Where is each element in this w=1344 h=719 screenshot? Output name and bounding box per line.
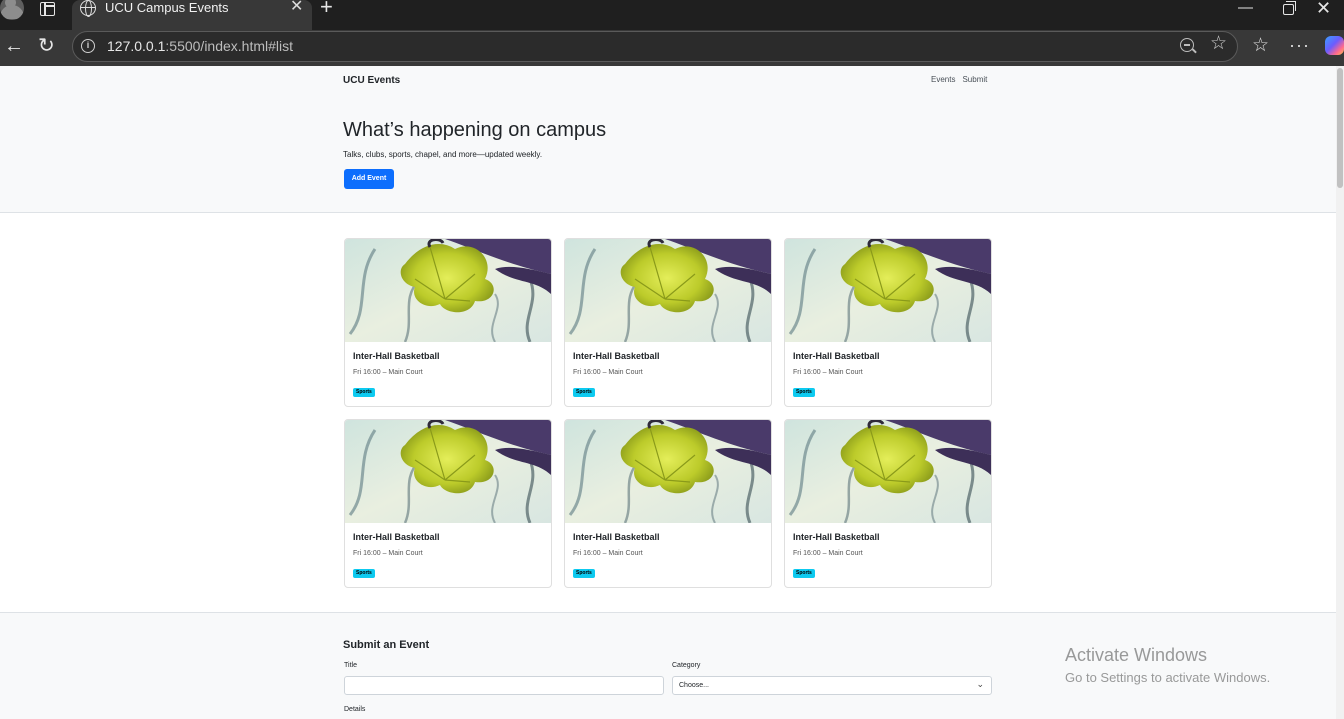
event-title: Inter-Hall Basketball — [353, 532, 440, 542]
category-select[interactable]: Choose... ⌄ — [672, 676, 992, 695]
event-image — [345, 420, 551, 523]
category-badge: Sports — [573, 569, 595, 578]
category-label: Category — [672, 662, 701, 669]
event-meta: Fri 16:00 – Main Court — [353, 369, 423, 376]
event-image — [345, 239, 551, 342]
category-badge: Sports — [573, 388, 595, 397]
scrollbar-thumb[interactable] — [1337, 68, 1343, 188]
event-meta: Fri 16:00 – Main Court — [353, 550, 423, 557]
page-title: What’s happening on campus — [343, 119, 607, 141]
new-tab-icon[interactable]: + — [320, 0, 333, 18]
activation-watermark: Activate Windows Go to Settings to activ… — [1065, 644, 1270, 687]
zoom-out-icon[interactable] — [1180, 38, 1194, 52]
reload-icon[interactable]: ↻ — [38, 36, 55, 56]
scrollbar[interactable] — [1336, 66, 1344, 719]
page-viewport: UCU Events Events Submit What’s happening… — [0, 66, 1336, 719]
event-meta: Fri 16:00 – Main Court — [573, 369, 643, 376]
hero-section: UCU Events Events Submit What’s happening… — [0, 66, 1336, 213]
event-meta: Fri 16:00 – Main Court — [793, 369, 863, 376]
event-card[interactable]: Inter-Hall Basketball Fri 16:00 – Main C… — [344, 238, 552, 407]
event-title: Inter-Hall Basketball — [793, 351, 880, 361]
tabs-icon[interactable] — [40, 2, 55, 16]
browser-toolbar: ← ↻ i 127.0.0.1:5500/index.html#list ☆ ☆… — [0, 30, 1344, 66]
watermark-title: Activate Windows — [1065, 645, 1208, 665]
back-icon[interactable]: ← — [4, 36, 24, 56]
event-image — [785, 420, 991, 523]
category-badge: Sports — [353, 388, 375, 397]
globe-icon — [80, 0, 96, 17]
nav-links: Events Submit — [931, 75, 994, 84]
minimize-icon[interactable]: — — [1238, 0, 1253, 18]
profile-icon[interactable] — [0, 0, 24, 20]
event-card[interactable]: Inter-Hall Basketball Fri 16:00 – Main C… — [784, 419, 992, 588]
tab-strip: UCU Campus Events ✕ + — ✕ — [0, 0, 1344, 30]
url-path: :5500/index.html#list — [165, 38, 294, 54]
event-image — [565, 420, 771, 523]
tab-title: UCU Campus Events — [105, 0, 229, 15]
brand-link[interactable]: UCU Events — [343, 75, 400, 86]
browser-tab[interactable]: UCU Campus Events ✕ — [72, 0, 312, 30]
nav-link-events[interactable]: Events — [931, 75, 955, 84]
form-title: Submit an Event — [343, 639, 430, 651]
event-card[interactable]: Inter-Hall Basketball Fri 16:00 – Main C… — [564, 419, 772, 588]
chevron-down-icon: ⌄ — [976, 679, 984, 689]
star-icon[interactable]: ☆ — [1210, 34, 1227, 54]
event-card[interactable]: Inter-Hall Basketball Fri 16:00 – Main C… — [564, 238, 772, 407]
close-icon[interactable]: ✕ — [290, 0, 303, 16]
event-title: Inter-Hall Basketball — [793, 532, 880, 542]
page-subtitle: Talks, clubs, sports, chapel, and more—u… — [343, 150, 543, 159]
url-host: 127.0.0.1 — [107, 38, 166, 54]
event-image — [785, 239, 991, 342]
maximize-icon[interactable] — [1283, 1, 1296, 15]
copilot-icon[interactable] — [1325, 36, 1344, 55]
event-title: Inter-Hall Basketball — [573, 532, 660, 542]
more-icon[interactable]: ··· — [1289, 35, 1310, 55]
category-badge: Sports — [793, 569, 815, 578]
window-close-icon[interactable]: ✕ — [1316, 0, 1331, 18]
title-input[interactable] — [344, 676, 664, 695]
info-icon[interactable]: i — [81, 39, 95, 53]
url-text[interactable]: 127.0.0.1:5500/index.html#list — [107, 38, 293, 55]
event-title: Inter-Hall Basketball — [573, 351, 660, 361]
category-badge: Sports — [793, 388, 815, 397]
event-card[interactable]: Inter-Hall Basketball Fri 16:00 – Main C… — [784, 238, 992, 407]
address-bar[interactable]: i 127.0.0.1:5500/index.html#list ☆ — [72, 31, 1238, 62]
nav-link-submit[interactable]: Submit — [962, 75, 987, 84]
event-title: Inter-Hall Basketball — [353, 351, 440, 361]
event-meta: Fri 16:00 – Main Court — [793, 550, 863, 557]
event-meta: Fri 16:00 – Main Court — [573, 550, 643, 557]
event-card[interactable]: Inter-Hall Basketball Fri 16:00 – Main C… — [344, 419, 552, 588]
add-event-button[interactable]: Add Event — [344, 169, 394, 189]
favorites-icon[interactable]: ☆ — [1252, 36, 1269, 56]
title-label: Title — [344, 662, 357, 669]
details-label: Details — [344, 706, 366, 713]
category-select-value: Choose... — [679, 682, 709, 689]
event-image — [565, 239, 771, 342]
category-badge: Sports — [353, 569, 375, 578]
watermark-subtitle: Go to Settings to activate Windows. — [1065, 670, 1271, 685]
